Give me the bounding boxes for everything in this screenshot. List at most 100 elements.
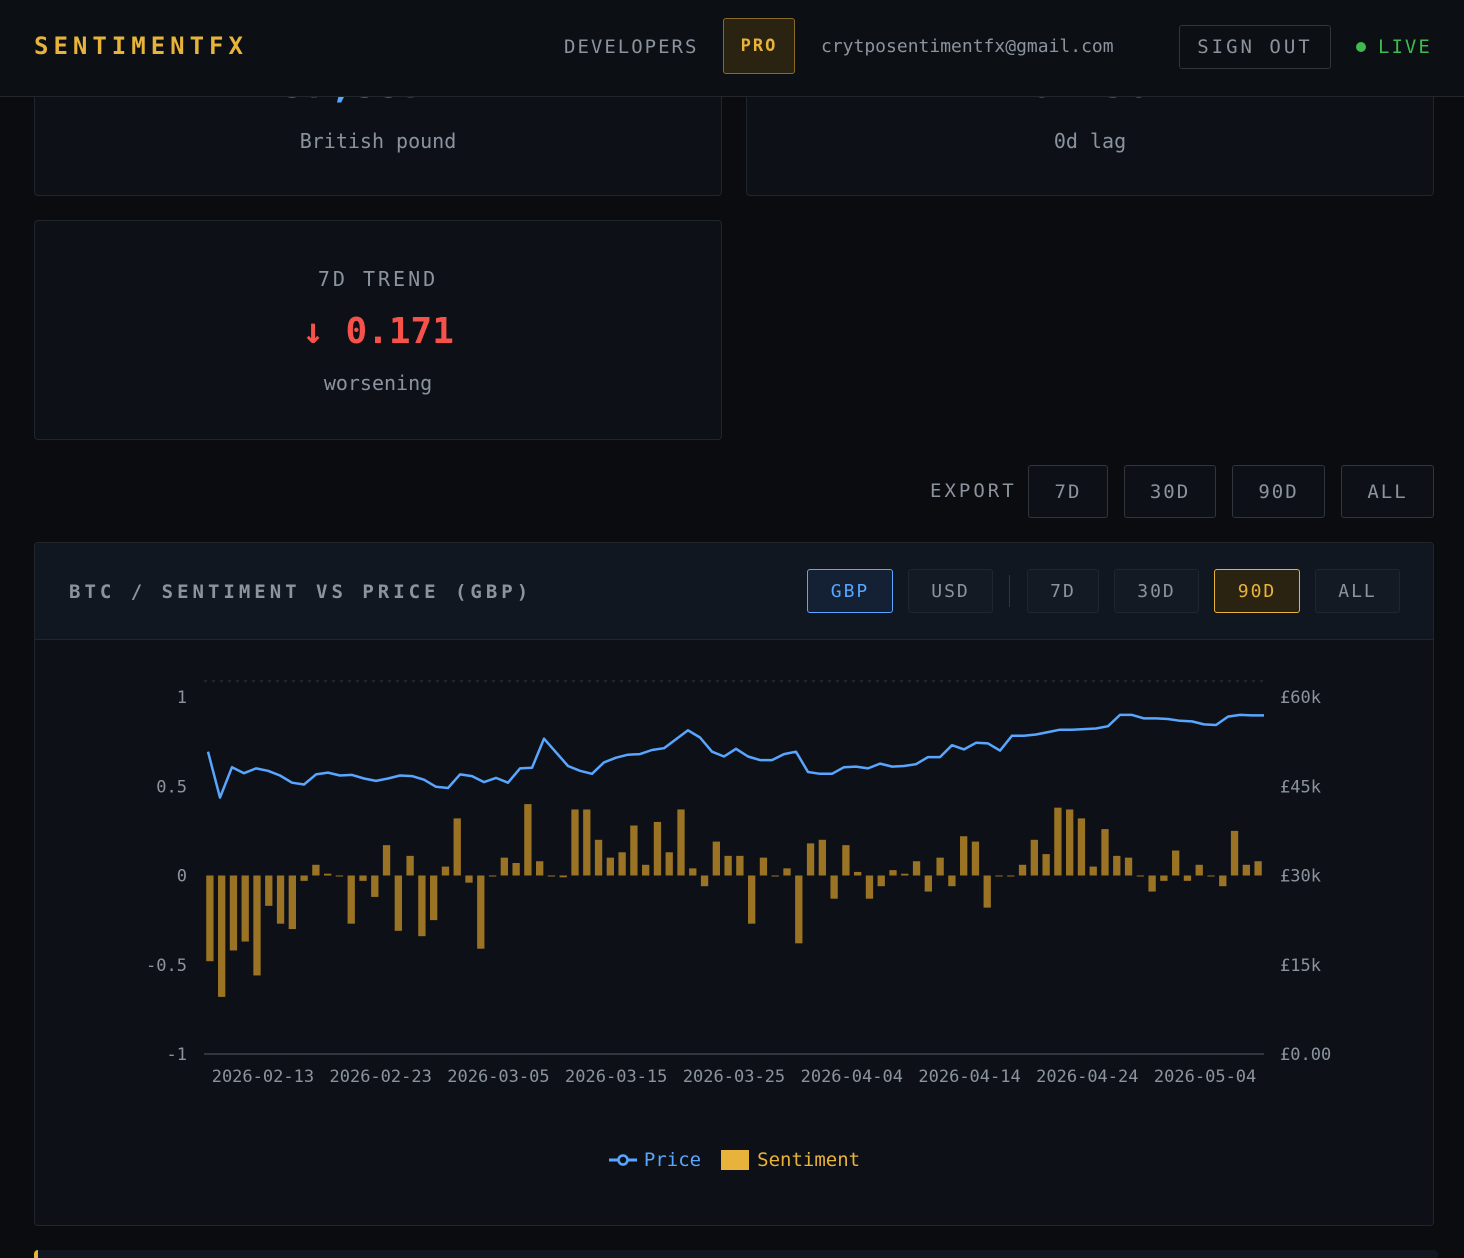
sentiment-bar (771, 875, 779, 877)
sentiment-bar (583, 809, 591, 876)
sentiment-bar (218, 875, 226, 997)
sentiment-bar (1172, 850, 1180, 876)
right-tick-label: £15k (1280, 956, 1321, 976)
sentiment-bar (830, 875, 838, 899)
sentiment-bar (1018, 864, 1027, 876)
next-panel-edge (34, 1250, 1438, 1258)
sentiment-bar (406, 855, 414, 876)
export-all-button[interactable]: ALL (1341, 465, 1434, 518)
sentiment-bar (995, 875, 1003, 877)
sentiment-bar (265, 875, 273, 906)
sentiment-bar (1183, 875, 1192, 881)
range-90d-button[interactable]: 90D (1214, 569, 1300, 613)
sentiment-bar (394, 875, 402, 931)
currency-gbp-button[interactable]: GBP (807, 569, 893, 613)
sentiment-bar (936, 857, 944, 876)
left-tick-label: -0.5 (146, 956, 187, 976)
left-tick-label: 0.5 (156, 777, 187, 797)
trend-value: 0.171 (345, 311, 454, 352)
x-tick-label: 2026-02-13 (212, 1067, 314, 1087)
user-email: crytposentimentfx@gmail.com (821, 36, 1114, 57)
left-tick-label: -1 (167, 1045, 187, 1065)
legend-price[interactable]: Price (608, 1149, 701, 1171)
sentiment-bar (1089, 866, 1097, 876)
sentiment-bar (842, 845, 850, 876)
sentiment-bar (889, 870, 897, 876)
sentiment-bar (488, 875, 497, 877)
sentiment-price-chart[interactable]: 1 0.5 0 -0.5 -1 £60k £45k £30k £15k £0.00 2026-0… (35, 639, 1433, 1139)
sentiment-bar (453, 818, 461, 876)
logo[interactable]: SENTIMENTFX (34, 32, 248, 60)
sentiment-bar (382, 845, 391, 876)
range-30d-button[interactable]: 30D (1114, 569, 1199, 613)
sentiment-bar (241, 875, 249, 942)
sentiment-bar (1254, 861, 1262, 876)
correlation-lag: 0d lag (1053, 129, 1127, 153)
trend-value-row: ↓ 0.171 (35, 311, 721, 352)
price-currency: British pound (299, 129, 457, 153)
chart-legend: Price Sentiment (35, 1149, 1433, 1171)
sentiment-bar (1136, 875, 1144, 877)
sentiment-bar (288, 875, 296, 930)
price-line (206, 713, 1264, 799)
sentiment-bar (806, 843, 815, 876)
currency-usd-button[interactable]: USD (908, 569, 993, 613)
right-tick-label: £30k (1280, 867, 1321, 887)
sentiment-bar (1042, 854, 1050, 876)
sentiment-bar (854, 871, 862, 876)
sentiment-bar (465, 875, 473, 883)
sentiment-bar (795, 875, 803, 944)
sentiment-bar (748, 875, 756, 924)
sentiment-bar (912, 861, 921, 876)
toolbar-divider (1009, 575, 1010, 607)
chart-panel-header: BTC / SENTIMENT VS PRICE (GBP) GBP USD 7… (35, 543, 1433, 640)
trend-status: worsening (323, 371, 433, 395)
sentiment-bar (724, 855, 732, 876)
legend-sentiment[interactable]: Sentiment (721, 1149, 860, 1171)
sign-out-button[interactable]: SIGN OUT (1179, 25, 1331, 69)
x-tick-label: 2026-04-04 (801, 1067, 903, 1087)
left-tick-label: 1 (177, 688, 187, 708)
sentiment-bar (618, 852, 626, 876)
sentiment-bar (630, 825, 638, 876)
sentiment-bar (1124, 857, 1133, 876)
developers-link[interactable]: DEVELOPERS (564, 36, 698, 58)
sentiment-bar (653, 821, 662, 876)
sentiment-bar (594, 839, 603, 876)
sentiment-bar (924, 875, 932, 892)
x-axis: 2026-02-13 2026-02-23 2026-03-05 2026-03-15… (212, 1067, 1257, 1087)
sentiment-bar (559, 875, 567, 878)
trend-card: 7D TREND ↓ 0.171 worsening (34, 220, 722, 440)
export-90d-button[interactable]: 90D (1232, 465, 1325, 518)
sentiment-bar (300, 875, 308, 881)
x-tick-label: 2026-04-24 (1036, 1067, 1138, 1087)
left-axis: 1 0.5 0 -0.5 -1 (146, 688, 187, 1065)
sentiment-bar (547, 875, 556, 877)
export-label: EXPORT (930, 480, 1017, 502)
sentiment-bar (877, 875, 885, 887)
sentiment-bar (418, 875, 426, 937)
sentiment-bar (642, 864, 650, 876)
sentiment-bar (1101, 829, 1109, 876)
sentiment-bar (324, 873, 332, 876)
sentiment-bar (865, 875, 874, 899)
trend-label: 7D TREND (317, 267, 439, 291)
sentiment-bar (441, 866, 450, 876)
sentiment-bar (536, 861, 544, 876)
range-7d-button[interactable]: 7D (1027, 569, 1099, 613)
range-all-button[interactable]: ALL (1315, 569, 1400, 613)
sentiment-bar (1077, 818, 1086, 876)
export-30d-button[interactable]: 30D (1124, 465, 1216, 518)
pro-badge[interactable]: PRO (723, 18, 795, 74)
sentiment-bars (206, 804, 1262, 997)
legend-price-label: Price (643, 1149, 702, 1171)
sentiment-bar (430, 875, 438, 921)
sentiment-bar (1195, 864, 1203, 876)
sentiment-bar (971, 841, 980, 876)
live-indicator: LIVE (1356, 36, 1432, 58)
sentiment-bar (477, 875, 485, 949)
sentiment-bar (1230, 830, 1239, 876)
right-tick-label: £45k (1280, 777, 1321, 797)
sentiment-bar (1160, 875, 1168, 881)
export-7d-button[interactable]: 7D (1028, 465, 1108, 518)
